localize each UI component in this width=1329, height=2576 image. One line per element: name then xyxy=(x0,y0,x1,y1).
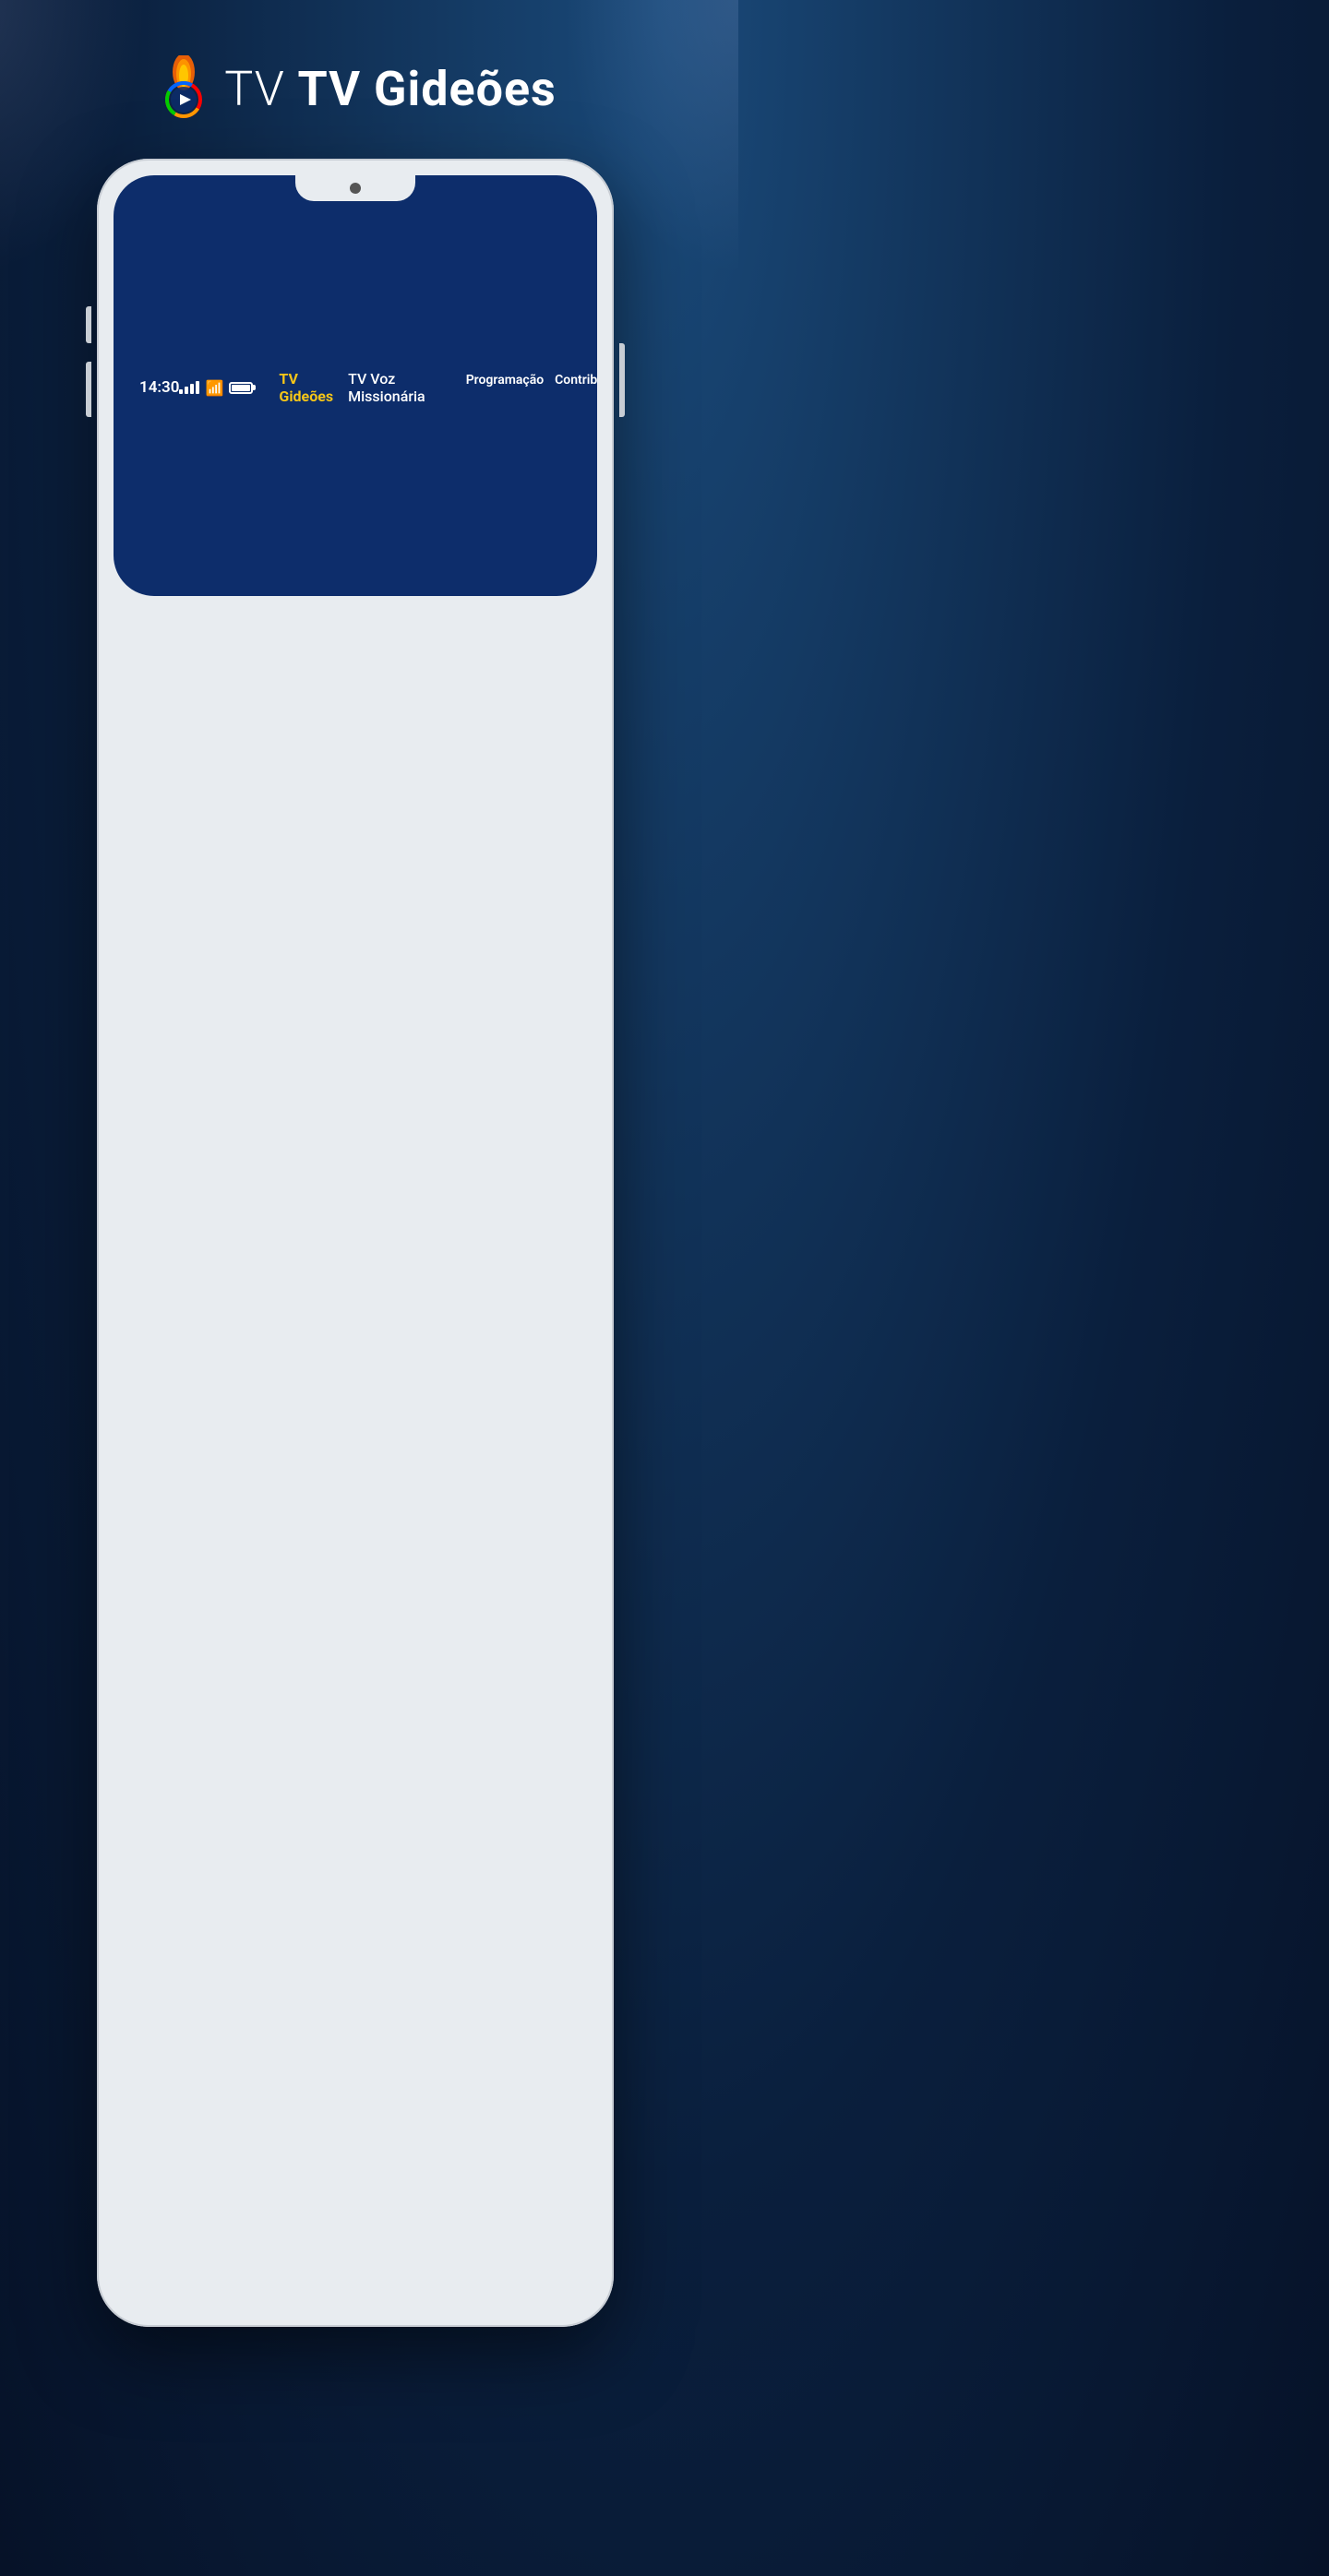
camera xyxy=(350,183,361,194)
status-icons: 📶 xyxy=(179,379,253,397)
logo-icon xyxy=(154,55,213,122)
menu-bar: Programação Contribuir Pedir Oração Chat xyxy=(451,356,597,419)
phone-frame: 14:30 📶 TV Gideões TV Voz Missionária xyxy=(97,159,614,2327)
phone-screen: 14:30 📶 TV Gideões TV Voz Missionária xyxy=(114,175,597,596)
logo-area: TV TV Gideões xyxy=(154,55,556,122)
status-time: 14:30 xyxy=(139,378,179,397)
volume-down-button[interactable] xyxy=(86,362,91,417)
channel-tabs: TV Gideões TV Voz Missionária xyxy=(253,355,450,420)
volume-up-button[interactable] xyxy=(86,306,91,343)
wifi-icon: 📶 xyxy=(205,379,223,397)
logo-text: TV TV Gideões xyxy=(224,61,556,117)
power-button[interactable] xyxy=(619,343,625,417)
menu-programacao[interactable]: Programação xyxy=(461,369,549,406)
tab-tv-gideoes[interactable]: TV Gideões xyxy=(271,366,341,409)
signal-icon xyxy=(179,381,199,394)
status-bar: 14:30 📶 TV Gideões TV Voz Missionária xyxy=(114,175,597,596)
battery-icon xyxy=(229,382,253,394)
tab-tv-voz-missionaria[interactable]: TV Voz Missionária xyxy=(341,366,433,409)
notch xyxy=(295,175,415,201)
menu-contribuir[interactable]: Contribuir xyxy=(549,369,597,406)
